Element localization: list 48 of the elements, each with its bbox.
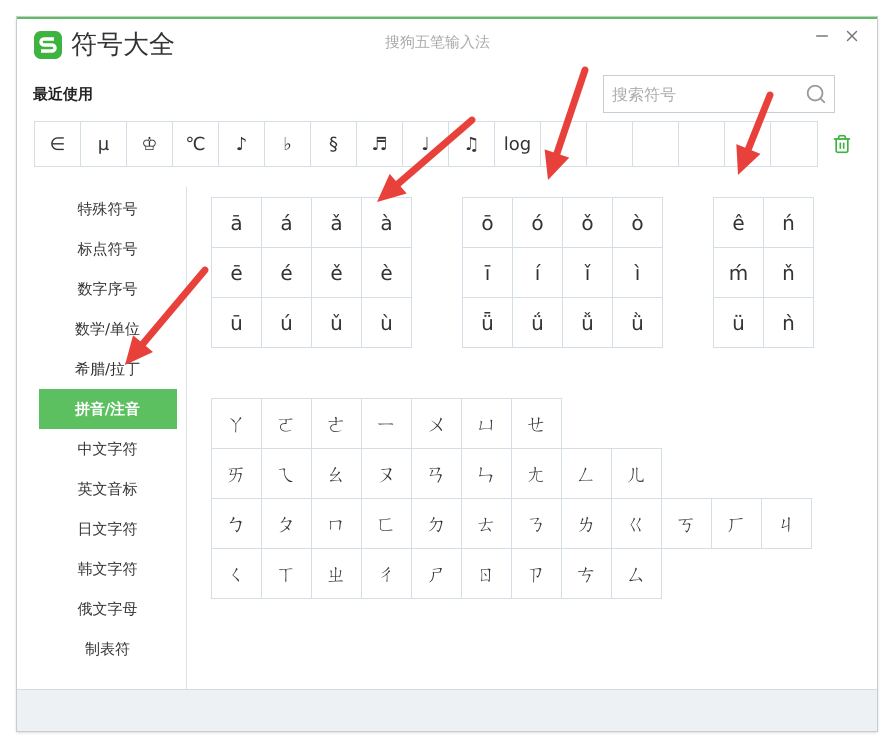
symbol-cell[interactable]: ū [211,297,262,348]
symbol-cell[interactable]: ㄎ [661,498,712,549]
symbol-cell[interactable]: ò [612,197,663,248]
section-title: 最近使用 [33,84,93,105]
symbol-cell[interactable]: ō [462,197,513,248]
symbol-cell[interactable]: ㄑ [211,548,262,599]
symbol-cell[interactable]: μ [81,122,127,166]
category-item[interactable]: 日文字符 [38,509,176,549]
category-item[interactable]: 标点符号 [38,229,176,269]
symbol-cell[interactable]: ♔ [127,122,173,166]
symbol-cell[interactable]: ♩ [403,122,449,166]
symbol-cell[interactable]: ǜ [612,297,663,348]
symbol-cell[interactable]: ā [211,197,262,248]
symbol-cell[interactable]: ù [361,297,412,348]
category-item[interactable]: 数字序号 [38,269,176,309]
symbol-cell[interactable]: ㄙ [611,548,662,599]
symbol-cell[interactable]: ǖ [462,297,513,348]
symbol-cell[interactable]: ♬ [357,122,403,166]
symbol-cell[interactable]: ℃ [173,122,219,166]
window-title: 符号大全 [71,28,175,62]
category-item[interactable]: 英文音标 [38,469,176,509]
category-item[interactable]: 数学/单位 [38,309,176,349]
symbol-cell[interactable]: ♪ [219,122,265,166]
symbol-cell[interactable]: ǹ [763,297,814,348]
symbol-cell[interactable]: ㄏ [711,498,762,549]
symbol-cell[interactable]: ♭ [265,122,311,166]
symbol-cell[interactable]: ㄐ [761,498,812,549]
category-item[interactable]: 中文字符 [38,429,176,469]
symbol-cell[interactable]: ㄝ [511,398,562,449]
category-item[interactable]: 制表符 [38,629,176,669]
symbol-cell[interactable]: ∈ [35,122,81,166]
symbol-cell[interactable]: ㄚ [211,398,262,449]
window-subtitle: 搜狗五笔输入法 [385,32,490,53]
symbol-cell[interactable]: à [361,197,412,248]
symbol-cell[interactable]: § [311,122,357,166]
symbol-cell[interactable]: ㄦ [611,448,662,499]
symbol-cell[interactable]: ê [713,197,764,248]
category-item[interactable]: 俄文字母 [38,589,176,629]
category-item[interactable]: 特殊符号 [38,189,176,229]
symbol-cell[interactable]: log [495,122,541,166]
search-field[interactable]: 搜索符号 [603,75,835,113]
trash-icon[interactable] [832,134,852,154]
search-icon[interactable] [805,83,827,105]
symbol-cell[interactable]: ń [763,197,814,248]
symbol-cell[interactable]: ♫ [449,122,495,166]
category-item[interactable]: 韩文字符 [38,549,176,589]
symbol-cell[interactable]: ü [713,297,764,348]
logo-icon [33,30,63,60]
